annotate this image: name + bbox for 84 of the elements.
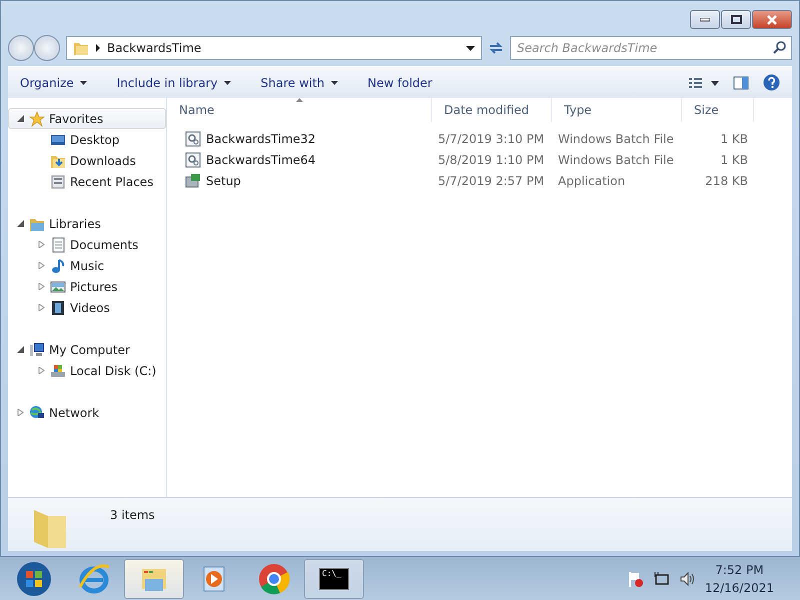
sidebar-item[interactable]: Network (8, 402, 166, 423)
address-bar[interactable]: BackwardsTime (66, 36, 482, 60)
expand-arrow-icon[interactable] (38, 262, 45, 269)
date-modified: 5/8/2019 1:10 PM (437, 152, 546, 168)
close-icon (766, 14, 778, 24)
star-icon (29, 110, 45, 126)
sidebar-item[interactable]: Local Disk (C:) (8, 360, 166, 381)
column-header[interactable]: Type (552, 98, 682, 122)
close-button[interactable] (752, 10, 792, 29)
disk-drive-icon (50, 362, 66, 378)
network-icon[interactable] (652, 570, 669, 586)
maximize-button[interactable] (721, 10, 751, 29)
sidebar-item[interactable]: Music (8, 255, 166, 276)
maximize-icon (730, 15, 742, 24)
batch-file-icon (185, 130, 201, 146)
search-icon (773, 41, 786, 54)
column-header[interactable]: Size (682, 98, 754, 122)
sidebar-item[interactable]: Recent Places (8, 171, 166, 192)
sidebar-item[interactable]: Videos (8, 297, 166, 318)
file-type: Application (557, 172, 626, 190)
command-prompt-button[interactable]: C:\_ (304, 558, 364, 598)
chevron-icon (95, 44, 101, 52)
collapse-arrow-icon[interactable] (17, 115, 24, 122)
sidebar-item[interactable]: Favorites (8, 108, 166, 129)
file-size: 1 KB (719, 152, 749, 168)
expand-arrow-icon[interactable] (17, 409, 24, 416)
minimize-icon (700, 18, 710, 22)
picture-icon (50, 278, 66, 294)
minimize-button[interactable] (690, 10, 720, 29)
expand-arrow-icon[interactable] (38, 283, 45, 290)
forward-button[interactable] (34, 35, 60, 61)
clock[interactable]: 7:52 PM 12/16/2021 (704, 560, 774, 596)
file-size: 1 KB (719, 130, 749, 148)
back-button[interactable] (8, 35, 34, 61)
search-field[interactable]: Search BackwardsTime (510, 36, 792, 60)
file-type: Windows Batch File (557, 130, 675, 148)
date-modified: 5/7/2019 2:57 PM (437, 172, 546, 190)
view-options-icon[interactable] (689, 78, 719, 88)
installer-icon (185, 172, 201, 188)
file-size: 218 KB (704, 172, 749, 190)
windows-logo-icon (16, 560, 52, 596)
toolbar-button[interactable]: Share with (260, 74, 338, 92)
file-name[interactable]: BackwardsTime32 (167, 130, 432, 148)
collapse-arrow-icon[interactable] (17, 220, 24, 227)
expand-arrow-icon[interactable] (38, 241, 45, 248)
toolbar-button[interactable]: New folder (368, 74, 432, 92)
sidebar-item[interactable]: My Computer (8, 339, 166, 360)
help-icon[interactable] (763, 74, 780, 91)
caret-icon (330, 80, 338, 84)
sort-arrow-icon (296, 98, 303, 102)
caret-icon (224, 80, 231, 84)
preview-pane-icon[interactable] (733, 76, 749, 90)
batch-file-icon (185, 152, 201, 168)
toolbar-button[interactable]: Include in library (116, 74, 231, 92)
date-modified: 5/7/2019 3:10 PM (437, 130, 546, 148)
collapse-arrow-icon[interactable] (17, 346, 24, 353)
sidebar-item[interactable]: Libraries (8, 213, 166, 234)
item-count: 3 items (110, 507, 155, 524)
sidebar-item[interactable]: Pictures (8, 276, 166, 297)
expand-arrow-icon[interactable] (38, 367, 45, 374)
refresh-icon[interactable] (488, 41, 504, 55)
file-name[interactable]: BackwardsTime64 (167, 150, 432, 168)
recent-places-icon (50, 174, 66, 190)
film-icon (50, 300, 66, 316)
file-type: Windows Batch File (557, 152, 675, 168)
sidebar-item[interactable]: Documents (8, 234, 166, 255)
network-icon (29, 404, 45, 420)
column-header[interactable]: Name (167, 98, 432, 122)
document-icon (50, 236, 66, 252)
taskbar-button[interactable] (124, 558, 184, 598)
computer-icon (29, 342, 45, 358)
music-note-icon (50, 258, 66, 274)
breadcrumb[interactable]: BackwardsTime (107, 39, 202, 57)
column-header[interactable]: Date modified (432, 98, 552, 122)
toolbar-button[interactable]: Organize (20, 74, 87, 92)
folder-icon (73, 40, 89, 56)
expand-arrow-icon[interactable] (38, 304, 45, 311)
caret-icon[interactable] (466, 46, 475, 50)
volume-icon[interactable] (678, 570, 695, 586)
caret-icon (80, 80, 87, 84)
flag-icon[interactable] (626, 570, 643, 586)
sidebar-item[interactable]: Downloads (8, 150, 166, 171)
file-name[interactable]: Setup (167, 172, 432, 190)
sidebar-item[interactable]: Desktop (8, 129, 166, 150)
